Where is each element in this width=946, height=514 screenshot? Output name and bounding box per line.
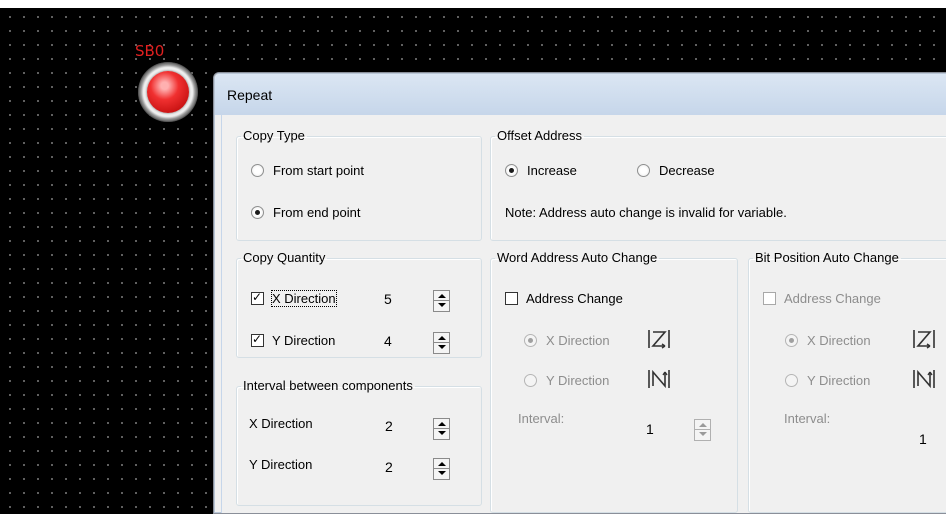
bit-address-change-checkbox[interactable]: Address Change [763, 291, 881, 306]
x-quantity-value[interactable]: 5 [384, 291, 392, 307]
radio-circle-icon [637, 164, 650, 177]
spin-down-icon[interactable] [695, 430, 710, 440]
radio-label: Y Direction [807, 373, 871, 388]
bit-y-direction-radio[interactable]: Y Direction [785, 373, 870, 388]
spin-down-icon[interactable] [434, 429, 449, 439]
spin-down-icon[interactable] [434, 469, 449, 479]
radio-increase[interactable]: Increase [505, 163, 577, 178]
checkbox-label: Address Change [526, 291, 623, 306]
checkbox-checked-icon [251, 332, 264, 347]
radio-selected-icon [524, 334, 537, 347]
radio-label: Decrease [659, 163, 715, 178]
dialog-client-area: Copy Type From start point From end poin… [221, 115, 946, 513]
word-x-direction-radio[interactable]: X Direction [524, 333, 610, 348]
radio-circle-icon [785, 374, 798, 387]
spin-up-icon[interactable] [434, 419, 449, 429]
radio-selected-icon [251, 206, 264, 219]
offset-note: Note: Address auto change is invalid for… [505, 205, 787, 220]
spin-up-icon[interactable] [434, 291, 449, 301]
dialog-titlebar[interactable]: Repeat [215, 74, 946, 115]
radio-selected-icon [785, 334, 798, 347]
radio-label: Increase [527, 163, 577, 178]
y-quantity-spinner[interactable] [433, 332, 450, 354]
spin-down-icon[interactable] [434, 301, 449, 311]
repeat-dialog: Repeat Copy Type From start point From e… [213, 72, 946, 514]
bit-interval-value[interactable]: 1 [919, 431, 927, 447]
word-address-change-checkbox[interactable]: Address Change [505, 291, 623, 306]
spin-up-icon[interactable] [434, 333, 449, 343]
interval-x-value[interactable]: 2 [385, 418, 393, 434]
n-pattern-icon [913, 369, 935, 389]
bit-x-direction-radio[interactable]: X Direction [785, 333, 871, 348]
top-border-strip [0, 0, 946, 8]
word-address-legend: Word Address Auto Change [497, 250, 658, 265]
checkbox-y-direction[interactable]: Y Direction [251, 332, 336, 348]
radio-label: From start point [273, 163, 365, 178]
checkbox-checked-icon [251, 290, 264, 305]
checkbox-x-direction[interactable]: X Direction [251, 290, 337, 307]
copy-type-legend: Copy Type [243, 128, 305, 143]
checkbox-unchecked-icon [763, 292, 776, 305]
spin-down-icon[interactable] [434, 343, 449, 353]
z-pattern-icon [913, 330, 935, 349]
z-pattern-icon [648, 330, 670, 349]
checkbox-unchecked-icon [505, 292, 518, 305]
x-quantity-spinner[interactable] [433, 290, 450, 312]
radio-from-end-point[interactable]: From end point [251, 205, 360, 220]
interval-x-label: X Direction [249, 416, 313, 431]
interval-group: Interval between components [236, 379, 482, 506]
offset-address-group: Offset Address [490, 129, 946, 241]
copy-quantity-legend: Copy Quantity [243, 250, 326, 265]
word-y-direction-radio[interactable]: Y Direction [524, 373, 609, 388]
radio-label: Y Direction [546, 373, 610, 388]
component-label: SB0 [135, 42, 165, 60]
dialog-title: Repeat [227, 87, 273, 103]
radio-selected-icon [505, 164, 518, 177]
radio-decrease[interactable]: Decrease [637, 163, 715, 178]
interval-y-spinner[interactable] [433, 458, 450, 480]
checkbox-label: Y Direction [272, 333, 336, 348]
y-quantity-value[interactable]: 4 [384, 333, 392, 349]
offset-address-legend: Offset Address [497, 128, 583, 143]
lamp-button-component[interactable] [138, 62, 198, 122]
word-interval-value[interactable]: 1 [646, 421, 654, 437]
interval-y-value[interactable]: 2 [385, 459, 393, 475]
checkbox-label: Address Change [784, 291, 881, 306]
radio-circle-icon [251, 164, 264, 177]
interval-legend: Interval between components [243, 378, 413, 393]
spin-up-icon[interactable] [434, 459, 449, 469]
n-pattern-icon [648, 369, 670, 389]
bit-interval-label: Interval: [784, 411, 831, 426]
bit-position-legend: Bit Position Auto Change [755, 250, 899, 265]
radio-from-start-point[interactable]: From start point [251, 163, 364, 178]
radio-label: From end point [273, 205, 361, 220]
checkbox-label: X Direction [271, 290, 337, 307]
copy-type-group: Copy Type [236, 129, 482, 241]
word-interval-label: Interval: [518, 411, 565, 426]
interval-y-label: Y Direction [249, 457, 313, 472]
radio-circle-icon [524, 374, 537, 387]
radio-label: X Direction [807, 333, 871, 348]
spin-up-icon[interactable] [695, 420, 710, 430]
word-interval-spinner[interactable] [694, 419, 711, 441]
radio-label: X Direction [546, 333, 610, 348]
interval-x-spinner[interactable] [433, 418, 450, 440]
